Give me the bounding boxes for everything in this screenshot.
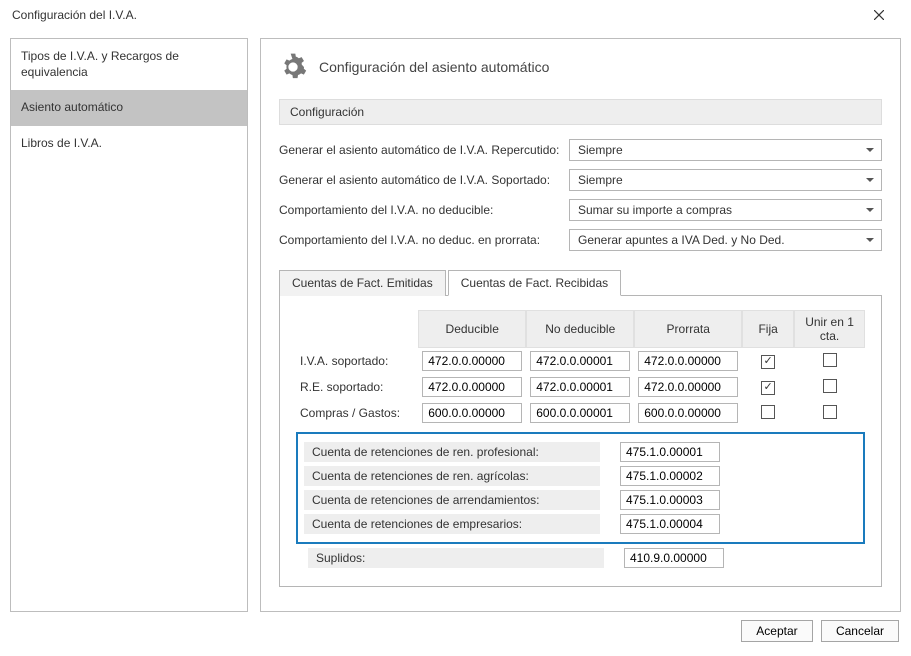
titlebar: Configuración del I.V.A. [0, 0, 911, 30]
input-ret-agricolas[interactable] [620, 466, 720, 486]
chk-cg-unir[interactable] [823, 405, 837, 419]
tab-panel-fact-recibidas: Deducible No deducible Prorrata Fija Uni… [279, 296, 882, 587]
sidebar-item-libros-iva[interactable]: Libros de I.V.A. [11, 126, 247, 162]
input-cg-pro[interactable] [638, 403, 738, 423]
tab-fact-emitidas[interactable]: Cuentas de Fact. Emitidas [279, 270, 446, 296]
row-compras-gastos: Compras / Gastos: [296, 400, 865, 426]
close-icon [874, 10, 884, 20]
input-ret-profesional[interactable] [620, 442, 720, 462]
footer: Aceptar Cancelar [0, 612, 911, 650]
tab-fact-recibidas[interactable]: Cuentas de Fact. Recibidas [448, 270, 621, 296]
row-iva-soportado: I.V.A. soportado: [296, 348, 865, 374]
ret-row-arrendamientos: Cuenta de retenciones de arrendamientos: [304, 488, 857, 512]
label-iva-repercutido: Generar el asiento automático de I.V.A. … [279, 143, 569, 157]
tabs: Cuentas de Fact. Emitidas Cuentas de Fac… [279, 269, 882, 296]
chk-re-sop-unir[interactable] [823, 379, 837, 393]
config-header: Configuración [279, 99, 882, 125]
row-re-soportado: R.E. soportado: [296, 374, 865, 400]
row-suplidos: Suplidos: [296, 544, 865, 568]
chk-cg-fija[interactable] [761, 405, 775, 419]
accept-button[interactable]: Aceptar [741, 620, 813, 642]
th-prorrata: Prorrata [634, 310, 742, 348]
sidebar: Tipos de I.V.A. y Recargos de equivalenc… [10, 38, 248, 612]
retenciones-highlight: Cuenta de retenciones de ren. profesiona… [296, 432, 865, 544]
sidebar-item-asiento-automatico[interactable]: Asiento automático [11, 90, 247, 126]
th-unir: Unir en 1 cta. [794, 310, 865, 348]
input-ret-arrendamientos[interactable] [620, 490, 720, 510]
label-no-deducible: Comportamiento del I.V.A. no deducible: [279, 203, 569, 217]
input-re-sop-ded[interactable] [422, 377, 522, 397]
ret-row-agricolas: Cuenta de retenciones de ren. agrícolas: [304, 464, 857, 488]
sidebar-item-tipos-iva[interactable]: Tipos de I.V.A. y Recargos de equivalenc… [11, 39, 247, 90]
combo-iva-soportado[interactable]: Siempre [569, 169, 882, 191]
label-prorrata: Comportamiento del I.V.A. no deduc. en p… [279, 233, 569, 247]
cancel-button[interactable]: Cancelar [821, 620, 899, 642]
section-heading: Configuración del asiento automático [319, 59, 549, 75]
input-cg-noded[interactable] [530, 403, 630, 423]
chk-iva-sop-fija[interactable] [761, 355, 775, 369]
chk-iva-sop-unir[interactable] [823, 353, 837, 367]
input-re-sop-pro[interactable] [638, 377, 738, 397]
close-button[interactable] [859, 0, 899, 30]
input-suplidos[interactable] [624, 548, 724, 568]
ret-row-empresarios: Cuenta de retenciones de empresarios: [304, 512, 857, 536]
th-deducible: Deducible [418, 310, 526, 348]
input-cg-ded[interactable] [422, 403, 522, 423]
window-title: Configuración del I.V.A. [12, 8, 137, 22]
input-iva-sop-noded[interactable] [530, 351, 630, 371]
th-fija: Fija [742, 310, 794, 348]
input-ret-empresarios[interactable] [620, 514, 720, 534]
input-iva-sop-pro[interactable] [638, 351, 738, 371]
input-re-sop-noded[interactable] [530, 377, 630, 397]
gear-icon [279, 53, 307, 81]
combo-iva-repercutido[interactable]: Siempre [569, 139, 882, 161]
label-iva-soportado: Generar el asiento automático de I.V.A. … [279, 173, 569, 187]
combo-no-deducible[interactable]: Sumar su importe a compras [569, 199, 882, 221]
ret-row-profesional: Cuenta de retenciones de ren. profesiona… [304, 440, 857, 464]
input-iva-sop-ded[interactable] [422, 351, 522, 371]
combo-prorrata[interactable]: Generar apuntes a IVA Ded. y No Ded. [569, 229, 882, 251]
chk-re-sop-fija[interactable] [761, 381, 775, 395]
main-panel: Configuración del asiento automático Con… [260, 38, 901, 612]
th-no-deducible: No deducible [526, 310, 634, 348]
